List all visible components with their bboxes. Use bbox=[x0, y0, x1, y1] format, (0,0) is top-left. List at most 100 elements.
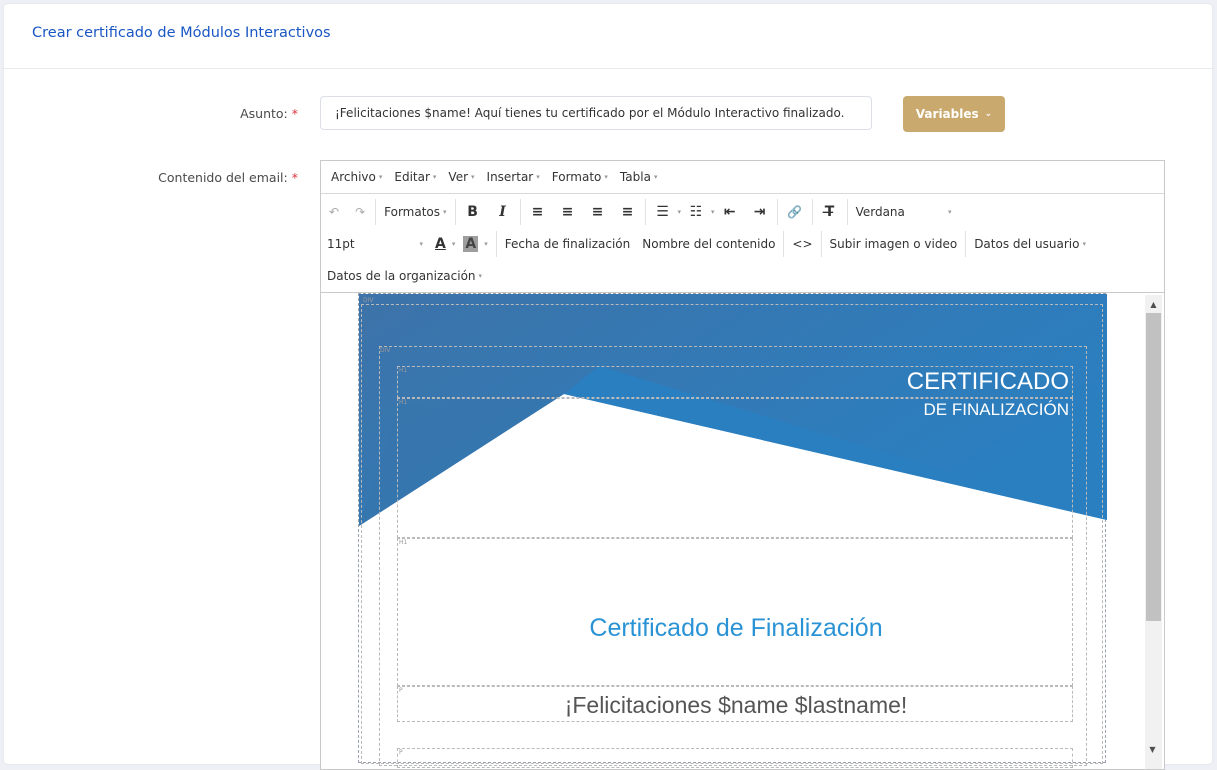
caret-icon: ▾ bbox=[604, 173, 608, 181]
subir-imagen-button[interactable]: Subir imagen o video bbox=[824, 231, 964, 257]
align-right-icon[interactable]: ≡ bbox=[583, 199, 613, 225]
caret-icon: ▾ bbox=[478, 272, 483, 280]
toolbar-separator bbox=[776, 199, 778, 225]
certificate-heading: CERTIFICADO bbox=[906, 368, 1069, 395]
indent-icon[interactable]: ⇥ bbox=[745, 199, 775, 225]
caret-icon: ▾ bbox=[419, 240, 423, 248]
editor-content-area[interactable]: DIV DIV H1 H1 H1 P P CERTIFICADO DE FINA… bbox=[321, 293, 1164, 769]
caret-icon: ▾ bbox=[471, 173, 475, 181]
title-block bbox=[397, 538, 1073, 686]
toolbar-separator bbox=[965, 231, 967, 257]
toolbar-separator bbox=[820, 231, 822, 257]
content-label-text: Contenido del email: bbox=[158, 170, 288, 185]
fecha-finalizacion-button[interactable]: Fecha de finalización bbox=[499, 231, 637, 257]
clear-format-icon[interactable]: T̶ bbox=[815, 199, 845, 225]
chevron-down-icon: ⌄ bbox=[984, 109, 993, 119]
scroll-up-icon[interactable]: ▲ bbox=[1145, 297, 1162, 311]
code-icon[interactable]: <> bbox=[786, 231, 818, 257]
toolbar-row-2: 11pt ▾ A ▾ A ▾ Fecha de finalización Nomb… bbox=[321, 228, 1092, 260]
page-title: Crear certificado de Módulos Interactivo… bbox=[32, 25, 331, 41]
numbered-list-icon[interactable]: ☷ bbox=[681, 199, 711, 225]
variables-button-label: Variables bbox=[915, 107, 979, 121]
caret-icon[interactable]: ▾ bbox=[452, 240, 456, 248]
link-icon[interactable]: 🔗 bbox=[780, 199, 810, 225]
font-size-select[interactable]: 11pt ▾ bbox=[321, 231, 429, 257]
content-label: Contenido del email: * bbox=[158, 170, 298, 185]
caret-icon: ▾ bbox=[653, 173, 658, 181]
undo-icon[interactable]: ↶ bbox=[321, 199, 347, 225]
toolbar-separator bbox=[495, 231, 497, 257]
editor-toolbar: ↶ ↷ Formatos ▾ B I ≡ ≡ ≡ ≡ ☰ ▾ ☷ ▾ ⇤ ⇥ 🔗… bbox=[321, 194, 1164, 293]
outdent-icon[interactable]: ⇤ bbox=[715, 199, 745, 225]
nombre-contenido-button[interactable]: Nombre del contenido bbox=[636, 231, 781, 257]
rich-text-editor[interactable]: Archivo ▾ Editar ▾ Ver ▾ Insertar ▾ Formato ▾… bbox=[320, 160, 1165, 770]
toolbar-row-3: Datos de la organización ▾ bbox=[321, 260, 488, 292]
variables-button[interactable]: Variables ⌄ bbox=[903, 96, 1005, 132]
font-family-select[interactable]: Verdana ▾ bbox=[850, 199, 958, 225]
font-color-icon[interactable]: A bbox=[429, 231, 452, 257]
subject-label: Asunto: * bbox=[240, 106, 298, 121]
toolbar-separator bbox=[454, 199, 456, 225]
toolbar-separator bbox=[811, 199, 813, 225]
caret-icon[interactable]: ▾ bbox=[484, 240, 488, 248]
menu-formato[interactable]: Formato ▾ bbox=[546, 170, 614, 184]
caret-icon: ▾ bbox=[536, 173, 540, 181]
h1-tag: H1 bbox=[399, 539, 408, 546]
datos-usuario-label: Datos del usuario bbox=[974, 237, 1080, 251]
div-tag: DIV bbox=[363, 297, 374, 304]
caret-icon: ▾ bbox=[948, 208, 952, 216]
certificate-title: Certificado de Finalización bbox=[589, 614, 883, 642]
menu-archivo[interactable]: Archivo ▾ bbox=[325, 170, 388, 184]
font-family-value: Verdana bbox=[855, 205, 905, 219]
caret-icon: ▾ bbox=[443, 208, 447, 216]
bold-icon[interactable]: B bbox=[458, 199, 488, 225]
subject-label-text: Asunto: bbox=[240, 106, 288, 121]
required-mark: * bbox=[291, 106, 298, 121]
redo-icon[interactable]: ↷ bbox=[347, 199, 373, 225]
formats-dropdown[interactable]: Formatos ▾ bbox=[378, 199, 452, 225]
editor-menubar: Archivo ▾ Editar ▾ Ver ▾ Insertar ▾ Formato ▾… bbox=[321, 161, 1164, 194]
next-block bbox=[397, 748, 1073, 768]
toolbar-separator bbox=[519, 199, 521, 225]
editor-scrollbar[interactable]: ▲ bbox=[1145, 295, 1162, 769]
caret-icon: ▾ bbox=[432, 173, 437, 181]
align-center-icon[interactable]: ≡ bbox=[553, 199, 583, 225]
align-left-icon[interactable]: ≡ bbox=[523, 199, 553, 225]
menu-ver-label: Ver bbox=[448, 170, 469, 184]
menu-insertar-label: Insertar bbox=[486, 170, 534, 184]
toolbar-separator bbox=[644, 199, 646, 225]
caret-icon: ▾ bbox=[1082, 240, 1086, 248]
menu-editar-label: Editar bbox=[394, 170, 430, 184]
scroll-down-icon[interactable]: ▼ bbox=[1144, 742, 1161, 756]
datos-organizacion-label: Datos de la organización bbox=[327, 269, 476, 283]
caret-icon: ▾ bbox=[378, 173, 383, 181]
datos-usuario-dropdown[interactable]: Datos del usuario ▾ bbox=[968, 231, 1092, 257]
background-color-icon[interactable]: A bbox=[463, 236, 479, 252]
certificate-form-card: Crear certificado de Módulos Interactivo… bbox=[4, 4, 1212, 770]
toolbar-separator bbox=[783, 231, 785, 257]
certificate-subheading: DE FINALIZACIÓN bbox=[923, 400, 1069, 419]
div-tag: DIV bbox=[380, 347, 391, 354]
menu-editar[interactable]: Editar ▾ bbox=[388, 170, 442, 184]
menu-formato-label: Formato bbox=[551, 170, 602, 184]
toolbar-separator bbox=[375, 199, 377, 225]
bullet-list-icon[interactable]: ☰ bbox=[648, 199, 678, 225]
menu-insertar[interactable]: Insertar ▾ bbox=[481, 170, 546, 184]
h1-tag: H1 bbox=[399, 367, 408, 374]
required-mark: * bbox=[291, 170, 298, 185]
scroll-thumb[interactable] bbox=[1146, 313, 1161, 621]
italic-icon[interactable]: I bbox=[488, 199, 518, 225]
certificate-greeting: ¡Felicitaciones $name $lastname! bbox=[564, 692, 908, 718]
menu-ver[interactable]: Ver ▾ bbox=[442, 170, 480, 184]
menu-tabla-label: Tabla bbox=[619, 170, 651, 184]
menu-tabla[interactable]: Tabla ▾ bbox=[614, 170, 664, 184]
menu-archivo-label: Archivo bbox=[331, 170, 376, 184]
justify-icon[interactable]: ≡ bbox=[613, 199, 643, 225]
certificate-preview: DIV DIV H1 H1 H1 P P CERTIFICADO DE FINA… bbox=[358, 293, 1107, 768]
subject-input[interactable]: ¡Felicitaciones $name! Aquí tienes tu ce… bbox=[320, 96, 872, 130]
p-tag: P bbox=[399, 749, 403, 756]
datos-organizacion-dropdown[interactable]: Datos de la organización ▾ bbox=[321, 263, 488, 289]
header-divider bbox=[4, 68, 1212, 69]
h1-tag: H1 bbox=[399, 399, 408, 406]
toolbar-separator bbox=[846, 199, 848, 225]
